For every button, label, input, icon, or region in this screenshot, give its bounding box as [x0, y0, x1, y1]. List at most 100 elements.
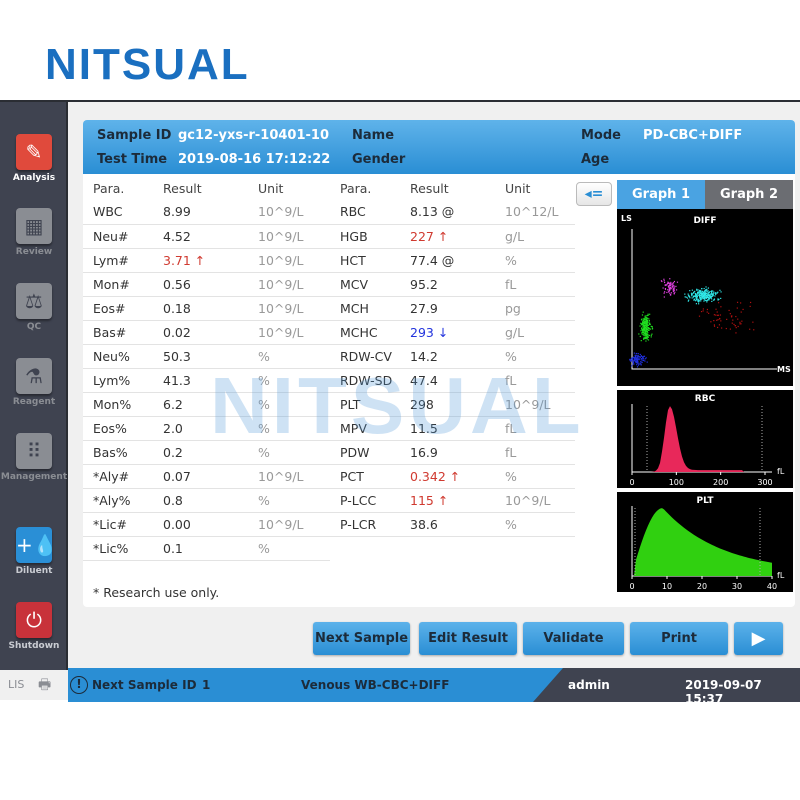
scatter-point [720, 297, 722, 300]
table-row[interactable]: PCT 0.342 ↑% [330, 464, 575, 489]
table-row[interactable]: MCHC 293 ↓ g/L [330, 320, 575, 345]
table-row[interactable]: HGB 227 ↑ g/L [330, 224, 575, 249]
table-row[interactable]: HCT 77.4 @% [330, 248, 575, 273]
param-unit: 10^9/L [248, 464, 330, 489]
table-row[interactable]: RBC 8.13 @10^12/L [330, 200, 575, 225]
sidebar-item-shutdown[interactable]: ⏻ Shutdown [0, 602, 68, 651]
table-row[interactable]: PDW 16.9 fL [330, 440, 575, 465]
scatter-point [704, 292, 707, 294]
scatter-point [669, 282, 671, 285]
play-icon: ▶ [751, 628, 766, 649]
scatter-point [645, 324, 647, 326]
param-unit: % [495, 512, 575, 537]
param-name: Neu# [83, 224, 153, 249]
scatter-point [642, 326, 644, 328]
scatter-point [719, 289, 721, 291]
scatter-point [670, 281, 672, 284]
scatter-point [702, 310, 704, 312]
scatter-point [713, 314, 715, 316]
tick-label: 40 [767, 582, 777, 591]
scatter-point [705, 286, 707, 288]
sidebar-item-reagent[interactable]: ⚗ Reagent [0, 358, 68, 407]
scatter-point [673, 287, 676, 289]
param-result: 115 ↑ [400, 488, 495, 513]
table-row[interactable]: MCV 95.2 fL [330, 272, 575, 297]
scatter-point [736, 301, 739, 303]
tab-graph-1[interactable]: Graph 1 [617, 180, 705, 209]
table-row[interactable]: P-LCR 38.6% [330, 512, 575, 537]
next-page-button[interactable]: ▶ [734, 622, 783, 655]
scatter-point [645, 357, 647, 359]
table-row[interactable]: *Lic# 0.00 10^9/L [83, 512, 330, 537]
table-row[interactable]: Lym# 3.71 ↑ 10^9/L [83, 248, 330, 273]
scatter-point [647, 339, 650, 341]
scatter-point [697, 301, 700, 303]
tab-graph-2[interactable]: Graph 2 [705, 180, 793, 209]
plt-title: PLT [697, 496, 715, 506]
scatter-point [650, 336, 652, 338]
sidebar-item-analysis[interactable]: ✎ Analysis [0, 134, 68, 183]
param-unit: % [248, 368, 330, 393]
table-row[interactable]: RDW-SD 47.4 fL [330, 368, 575, 393]
table-row[interactable]: Neu% 50.3% [83, 344, 330, 369]
table-row[interactable]: Neu# 4.52 10^9/L [83, 224, 330, 249]
table-row[interactable]: Mon% 6.2% [83, 392, 330, 417]
table-row[interactable]: Eos# 0.18 10^9/L [83, 296, 330, 321]
scatter-point [739, 321, 741, 323]
scatter-point [690, 292, 693, 294]
analysis-icon: ✎ [16, 134, 52, 170]
scatter-point [643, 338, 645, 340]
edit-result-button[interactable]: Edit Result [419, 622, 517, 655]
param-name: Mon# [83, 272, 153, 297]
table-row[interactable]: WBC 8.99 10^9/L [83, 200, 330, 225]
scatter-point [672, 290, 674, 292]
sidebar-item-diluent[interactable]: +💧 Diluent [0, 527, 68, 576]
sidebar-item-qc[interactable]: ⚖ QC [0, 283, 68, 332]
sidebar-item-review[interactable]: ▦ Review [0, 208, 68, 257]
table-row[interactable]: Bas% 0.2% [83, 440, 330, 465]
col-result: Result [163, 180, 202, 196]
scatter-point [719, 314, 722, 316]
scatter-point [666, 283, 669, 285]
scatter-point [689, 290, 691, 292]
scatter-point [672, 288, 674, 290]
validate-button[interactable]: Validate [523, 622, 624, 655]
scatter-point [672, 286, 674, 289]
table-row[interactable]: Mon# 0.56 10^9/L [83, 272, 330, 297]
table-row[interactable]: RDW-CV 14.2% [330, 344, 575, 369]
table-row[interactable]: *Aly# 0.07 10^9/L [83, 464, 330, 489]
scatter-point [685, 296, 687, 298]
alert-icon[interactable]: ! [70, 676, 88, 694]
table-row[interactable]: Eos% 2.0% [83, 416, 330, 441]
scatter-point [691, 297, 693, 299]
param-result: 95.2 [400, 272, 495, 297]
scatter-point [698, 303, 700, 305]
scatter-point [648, 319, 650, 322]
table-row[interactable]: Bas# 0.02 10^9/L [83, 320, 330, 345]
scatter-point [702, 294, 704, 297]
table-row[interactable]: Lym% 41.3% [83, 368, 330, 393]
param-result: 0.18 [153, 296, 248, 321]
next-sample-button[interactable]: Next Sample [313, 622, 410, 655]
scatter-point [642, 322, 644, 324]
current-user: admin [568, 678, 610, 692]
x-axis-label: MS [777, 365, 791, 374]
table-row[interactable]: MCH 27.9 pg [330, 296, 575, 321]
scatter-point [710, 293, 712, 295]
table-row[interactable]: P-LCC 115 ↑ 10^9/L [330, 488, 575, 513]
review-icon: ▦ [16, 208, 52, 244]
table-row[interactable]: *Aly% 0.8% [83, 488, 330, 513]
table-row[interactable]: MPV 11.5 fL [330, 416, 575, 441]
param-unit: 10^12/L [495, 200, 575, 225]
scatter-point [729, 328, 731, 330]
scatter-point [706, 290, 709, 292]
collapse-button[interactable]: ◂= [576, 182, 612, 206]
print-button[interactable]: Print [630, 622, 728, 655]
table-row[interactable]: PLT 298 10^9/L [330, 392, 575, 417]
sidebar-item-management[interactable]: ⠿ Management [0, 433, 68, 482]
scatter-point [671, 285, 673, 287]
param-result: 14.2 [400, 344, 495, 369]
scatter-point [639, 325, 641, 327]
scatter-point [684, 296, 686, 298]
table-row[interactable]: *Lic% 0.1% [83, 536, 330, 561]
